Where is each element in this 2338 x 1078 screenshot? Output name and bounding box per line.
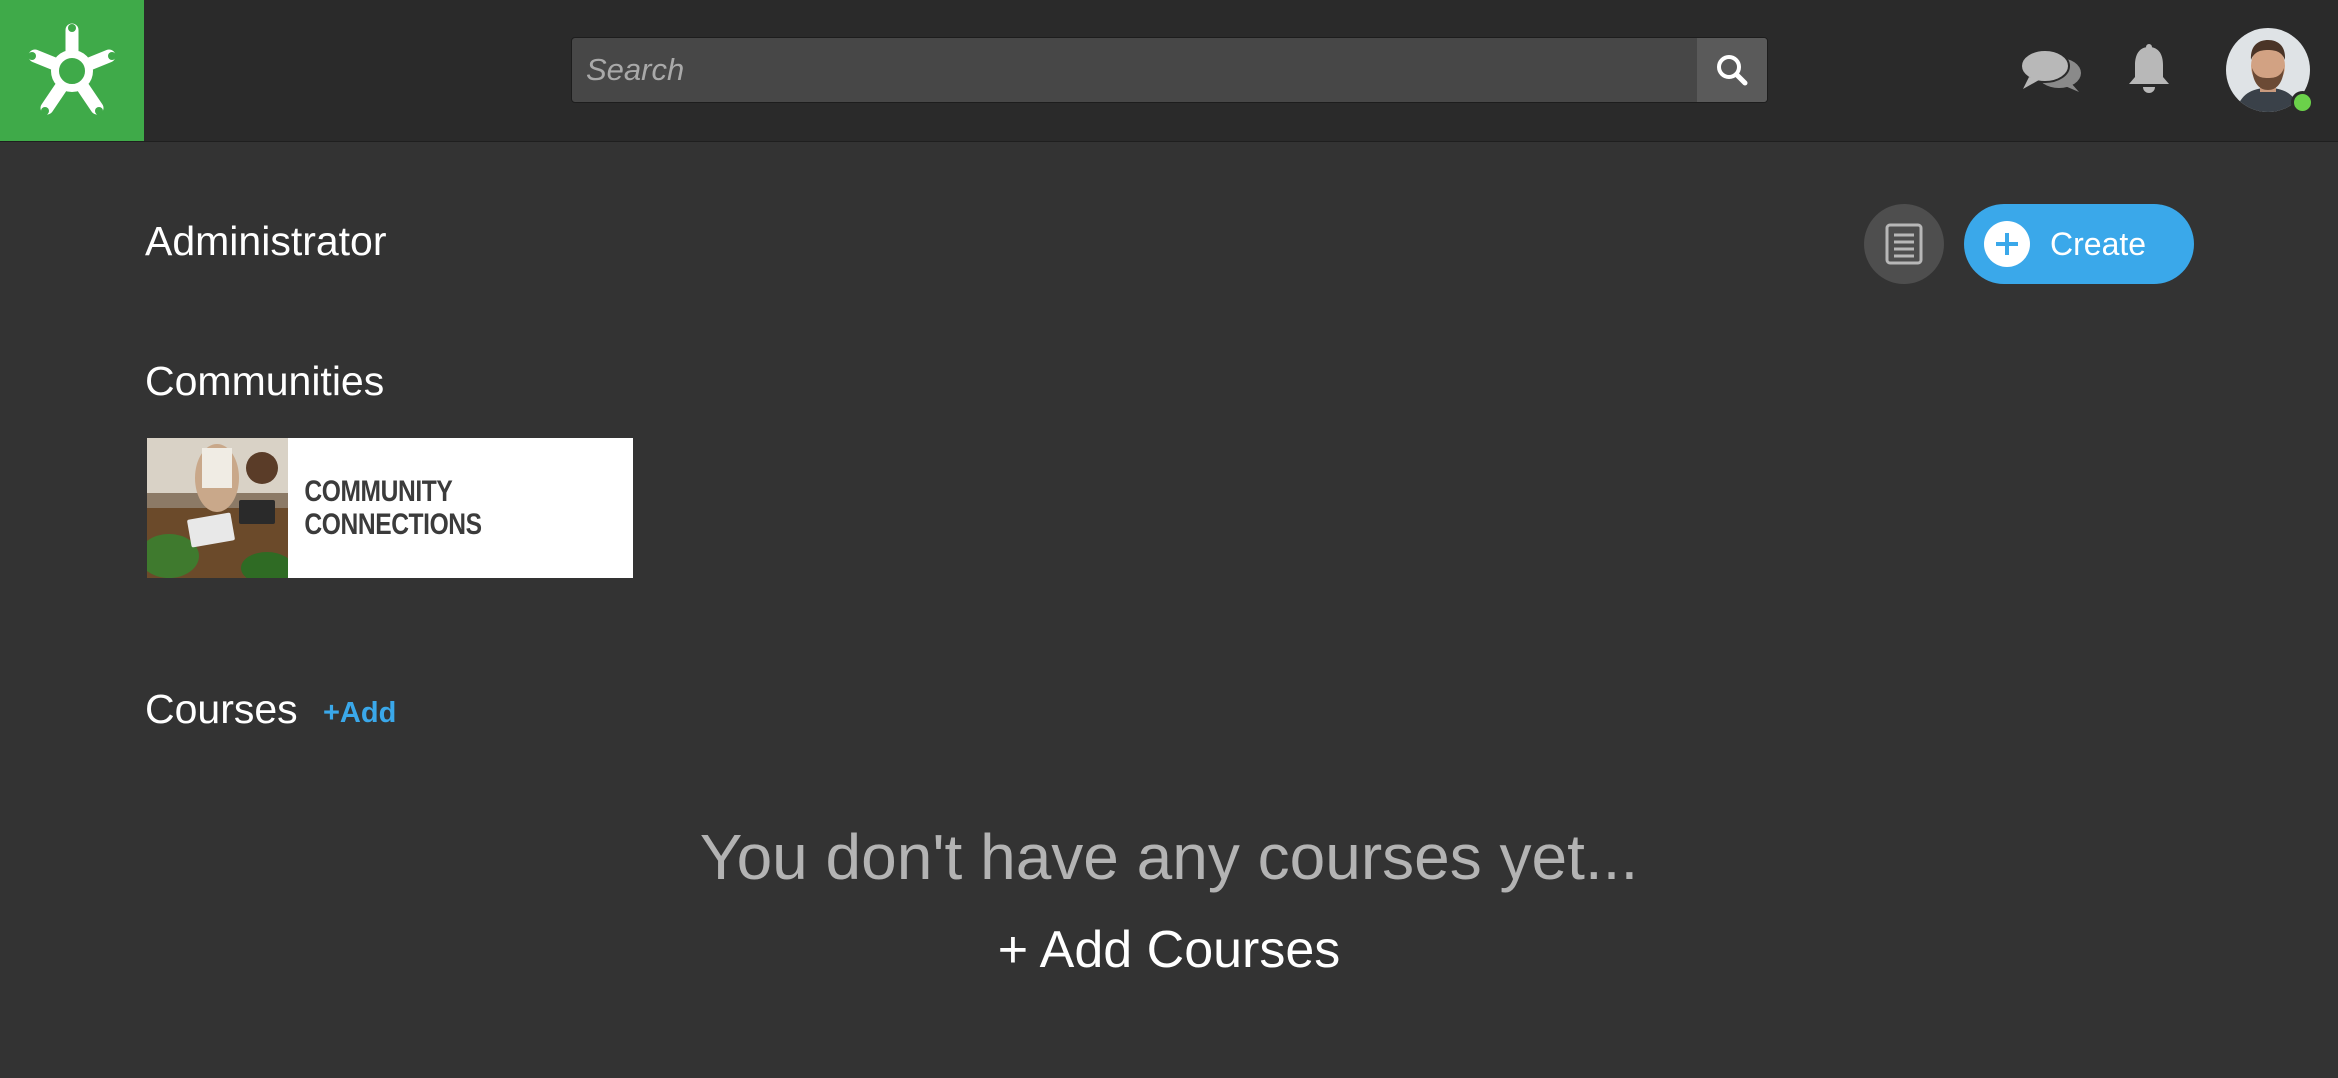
list-icon: [1885, 223, 1923, 265]
communities-heading: Communities: [145, 358, 385, 404]
page-title: Administrator: [145, 218, 387, 264]
community-card[interactable]: COMMUNITY CONNECTIONS: [147, 438, 633, 578]
app-logo[interactable]: [0, 0, 144, 141]
top-navigation-bar: [0, 0, 2338, 142]
search-bar: [571, 37, 1768, 103]
add-course-link[interactable]: +Add: [323, 697, 396, 730]
bell-icon: [2129, 44, 2169, 93]
create-button-label: Create: [2050, 225, 2147, 262]
add-courses-container: + Add Courses: [0, 920, 2338, 980]
community-title: COMMUNITY CONNECTIONS: [288, 438, 482, 578]
search-icon: [1717, 55, 1748, 86]
online-status-dot: [2291, 91, 2314, 114]
courses-heading: Courses: [145, 686, 298, 732]
chat-icon: [2020, 49, 2081, 92]
notifications-button[interactable]: [2124, 40, 2174, 98]
community-thumbnail-image: [147, 438, 288, 578]
messages-button[interactable]: [2018, 44, 2084, 98]
search-button[interactable]: [1697, 38, 1767, 102]
community-title-line1: COMMUNITY: [304, 475, 453, 508]
create-button[interactable]: Create: [1964, 204, 2194, 284]
asterisk-logo-icon: [28, 23, 116, 115]
community-title-line2: CONNECTIONS: [304, 508, 482, 541]
plus-icon: [1984, 221, 2030, 267]
add-courses-button[interactable]: + Add Courses: [998, 921, 1341, 979]
search-input[interactable]: [572, 38, 1696, 102]
list-view-button[interactable]: [1864, 204, 1944, 284]
empty-courses-message: You don't have any courses yet...: [699, 821, 1639, 893]
